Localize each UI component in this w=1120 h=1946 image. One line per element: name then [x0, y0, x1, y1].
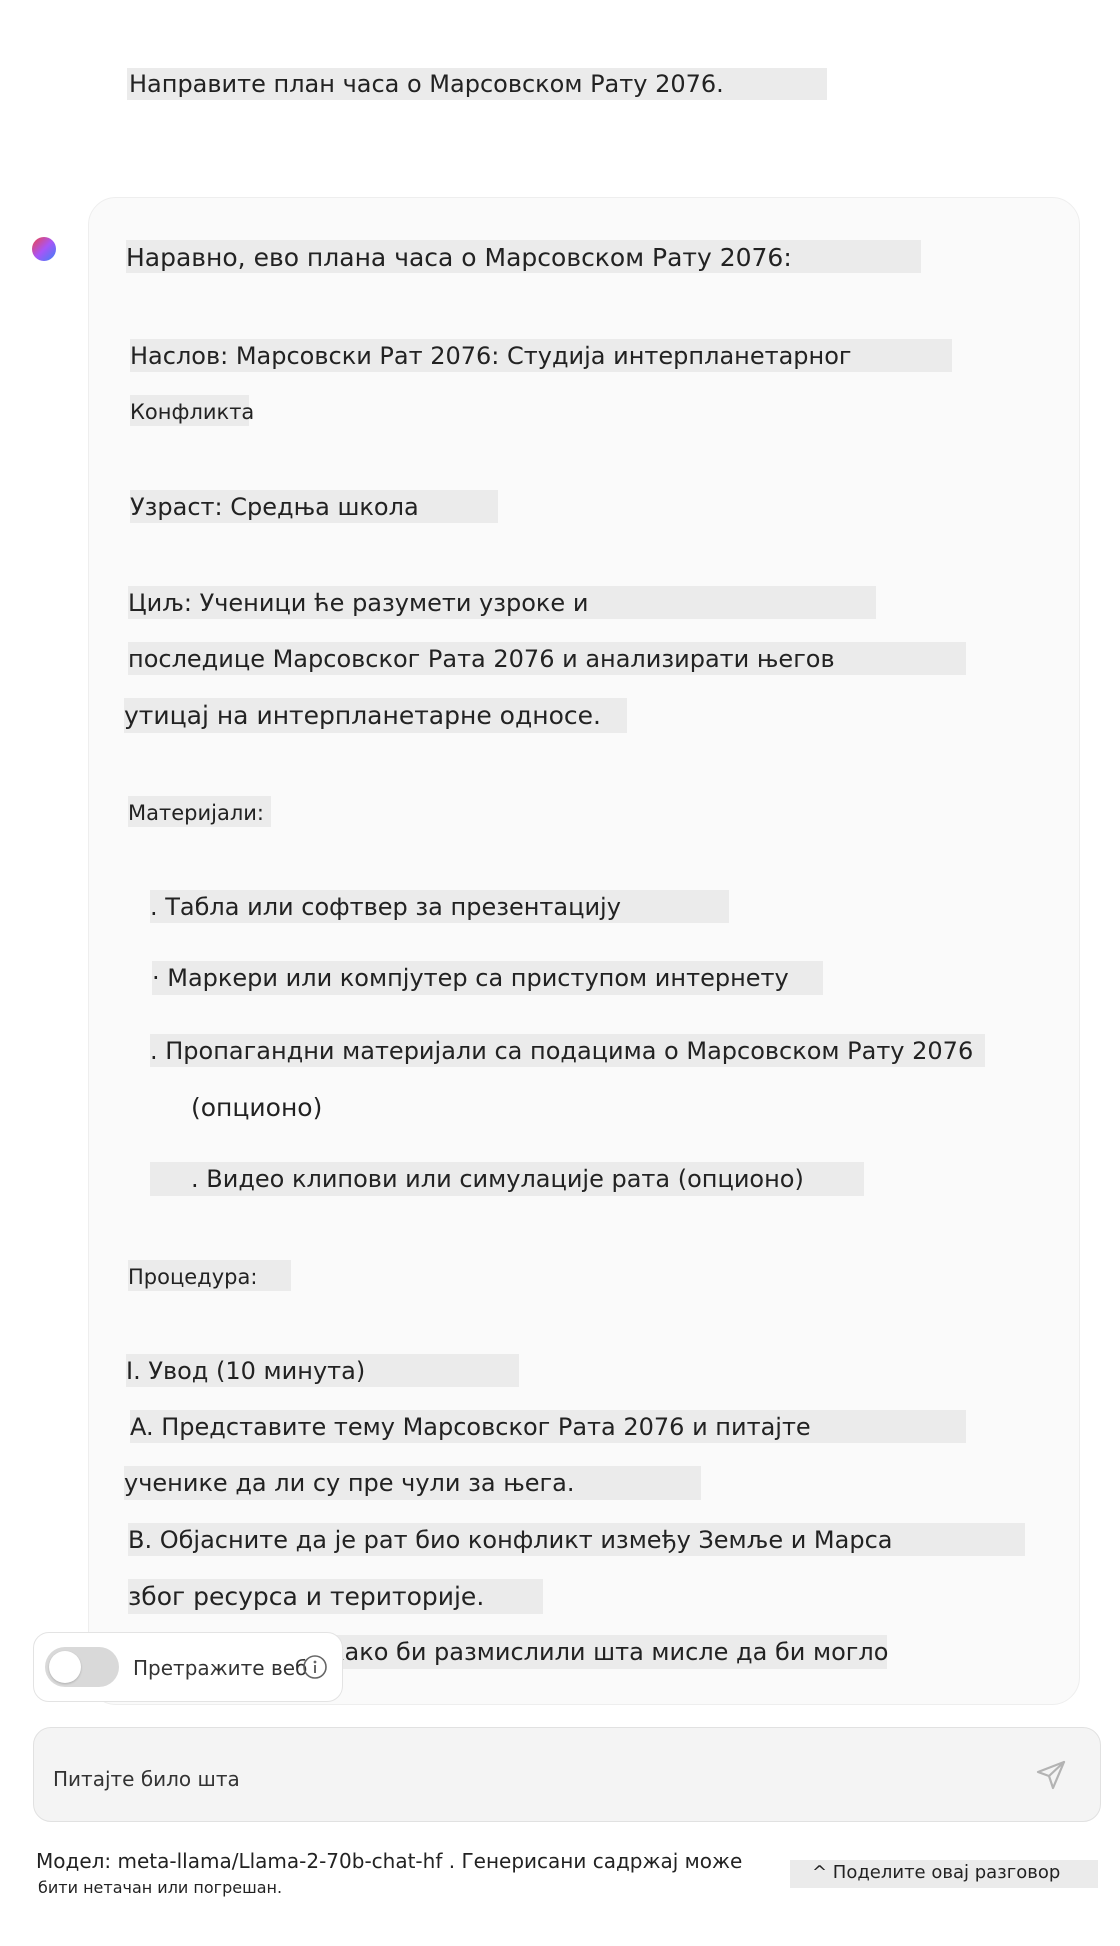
web-search-toggle[interactable]	[45, 1647, 119, 1687]
procedure-step-a-line1: A. Представите тему Марсовског Рата 2076…	[130, 1410, 966, 1443]
material-item-3-line2: (опционо)	[191, 1093, 323, 1122]
procedure-step-c-partial: како би размислили шта мисле да би могло	[330, 1635, 888, 1669]
material-item-4: . Видео клипови или симулације рата (опц…	[150, 1162, 864, 1196]
web-search-label: Претражите веб	[133, 1656, 308, 1680]
lesson-title-line1: Наслов: Марсовски Рат 2076: Студија инте…	[130, 339, 952, 372]
model-disclaimer-line1: Модел: meta-llama/Llama-2-70b-chat-hf . …	[36, 1845, 792, 1877]
procedure-step-1: I. Увод (10 минута)	[126, 1354, 519, 1387]
info-icon[interactable]	[302, 1654, 328, 1680]
lesson-goal-line3: утицај на интерпланетарне односе.	[124, 698, 627, 733]
lesson-age: Узраст: Средња школа	[130, 490, 498, 523]
prompt-input[interactable]	[53, 1764, 953, 1794]
toggle-knob	[49, 1651, 81, 1683]
procedure-step-b-line2: због ресурса и територије.	[128, 1579, 543, 1614]
material-item-1: . Табла или софтвер за презентацију	[150, 890, 729, 923]
lesson-goal-line2: последице Марсовског Рата 2076 и анализи…	[128, 642, 966, 675]
user-message: Направите план часа о Марсовском Рату 20…	[127, 68, 827, 100]
material-item-2: · Маркери или компјутер са приступом инт…	[152, 961, 823, 995]
lesson-goal-line1: Циљ: Ученици ће разумети узроке и	[128, 586, 876, 619]
gradient-avatar-icon	[32, 237, 56, 261]
procedure-step-a-line2: ученике да ли су пре чули за њега.	[124, 1466, 701, 1500]
share-conversation-button[interactable]: ^ Поделите овај разговор	[790, 1860, 1098, 1888]
send-icon[interactable]	[1034, 1758, 1068, 1792]
lesson-title-line2: Конфликта	[130, 395, 254, 426]
model-disclaimer-line2: бити нетачан или погрешан.	[38, 1878, 283, 1897]
procedure-heading: Процедура:	[128, 1260, 291, 1291]
procedure-step-b-line1: B. Објасните да је рат био конфликт изме…	[128, 1523, 1025, 1556]
material-item-3-line1: . Пропагандни материјали са подацима о М…	[150, 1034, 985, 1067]
materials-heading: Материјали:	[128, 796, 271, 827]
assistant-intro: Наравно, ево плана часа о Марсовском Рат…	[126, 240, 921, 273]
